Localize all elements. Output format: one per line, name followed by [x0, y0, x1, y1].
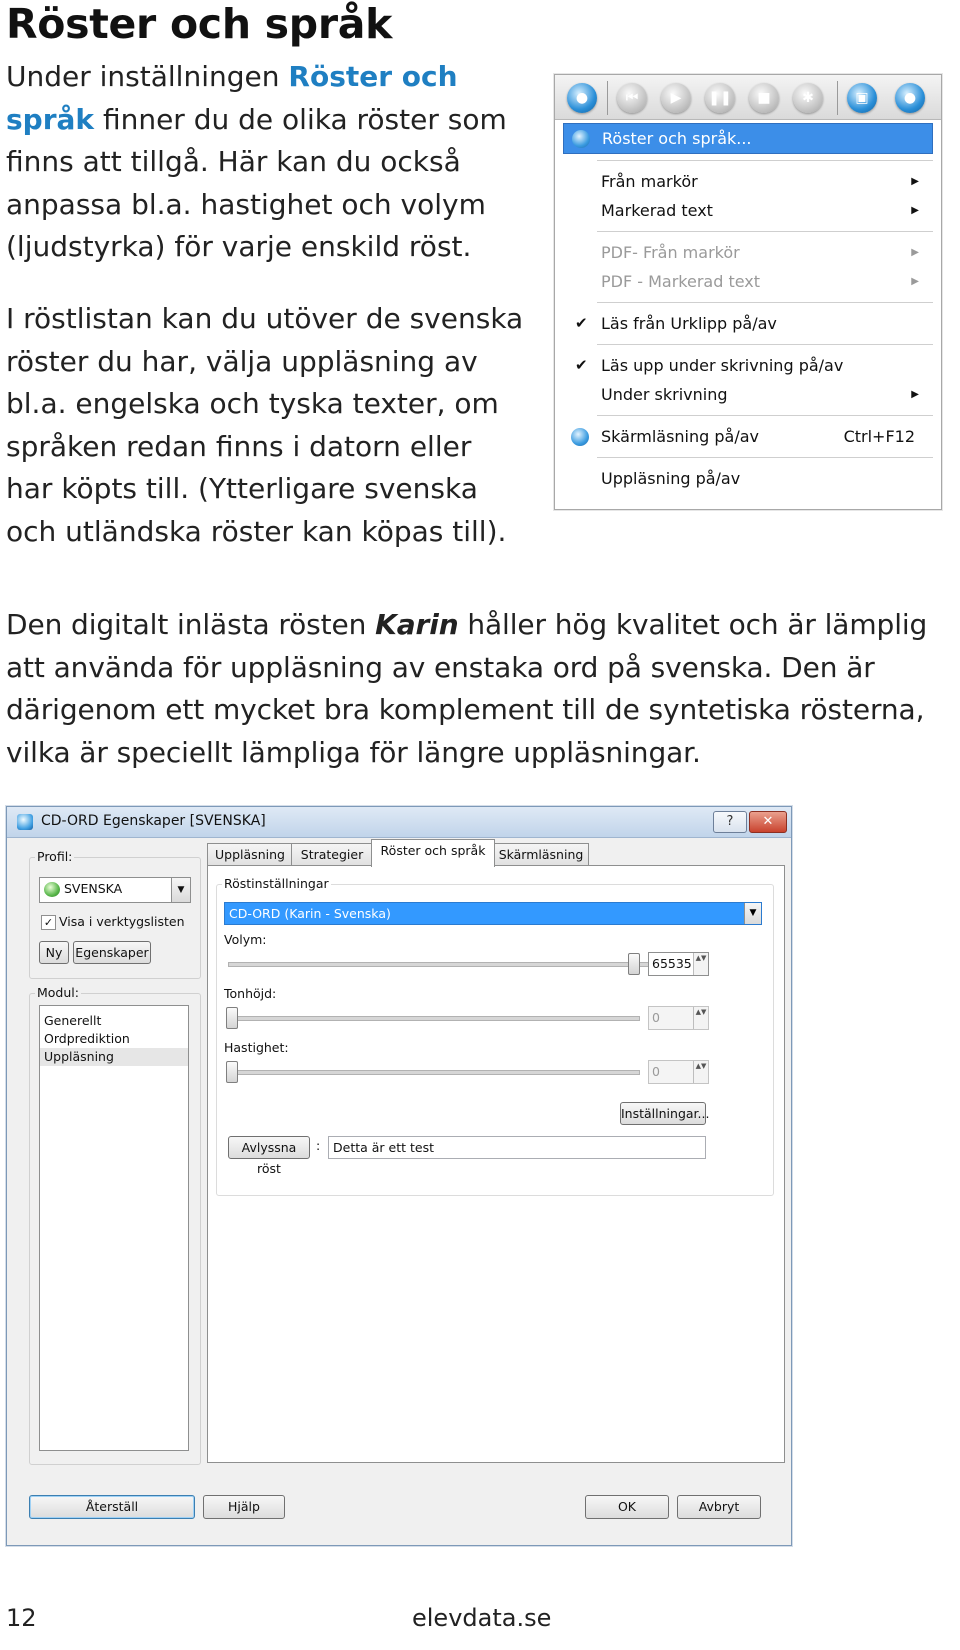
- shortcut-label: Ctrl+F12: [843, 427, 915, 446]
- list-item[interactable]: Uppläsning: [40, 1048, 188, 1066]
- pause-icon[interactable]: ❚❚: [705, 83, 735, 113]
- voice-name-karin: Karin: [375, 608, 459, 641]
- menu-item-read-clipboard[interactable]: ✔ Läs från Urklipp på/av: [563, 309, 933, 338]
- list-item[interactable]: Ordprediktion: [40, 1030, 188, 1048]
- module-list[interactable]: Generellt Ordprediktion Uppläsning: [39, 1005, 189, 1451]
- settings-icon[interactable]: ✱: [793, 83, 823, 113]
- volume-slider[interactable]: [628, 953, 640, 975]
- voice-select[interactable]: CD-ORD (Karin - Svenska) ▼: [224, 902, 762, 925]
- volume-label: Volym:: [224, 932, 267, 947]
- speed-slider[interactable]: [226, 1061, 238, 1083]
- pitch-spinner: 0 ▲▼: [648, 1006, 709, 1030]
- module-label: Modul:: [35, 985, 81, 1000]
- profile-label: Profil:: [35, 849, 75, 864]
- play-icon[interactable]: ▶: [661, 83, 691, 113]
- pitch-label: Tonhöjd:: [224, 986, 277, 1001]
- tab-voices-languages[interactable]: Röster och språk: [371, 839, 495, 867]
- test-text-input[interactable]: Detta är ett test: [328, 1136, 706, 1159]
- spin-arrows-icon: ▲▼: [693, 1007, 708, 1029]
- speed-spinner: 0 ▲▼: [648, 1060, 709, 1084]
- voice-settings-icon: [572, 130, 590, 148]
- dialog-titlebar: CD-ORD Egenskaper [SVENSKA] ? ✕: [7, 807, 791, 838]
- submenu-arrow-icon: ▶: [911, 389, 919, 400]
- context-menu-screenshot: ● ⏮ ▶ ❚❚ ■ ✱ ▣ ● Röster och språk... Frå…: [554, 74, 942, 510]
- show-in-toolbar-checkbox[interactable]: ✓: [41, 915, 56, 930]
- menu-list: Röster och språk... Från markör ▶ Markera…: [563, 123, 933, 493]
- pitch-slider[interactable]: [226, 1007, 238, 1029]
- speed-label: Hastighet:: [224, 1040, 289, 1055]
- help-button[interactable]: Hjälp: [203, 1495, 285, 1519]
- profile-icon: [44, 882, 60, 897]
- menu-item-screen-reading[interactable]: Skärmläsning på/av Ctrl+F12: [563, 422, 933, 451]
- menu-item-from-cursor[interactable]: Från markör ▶: [563, 167, 933, 196]
- tab-strategies[interactable]: Strategier: [291, 843, 373, 866]
- check-icon: ✔: [575, 314, 588, 332]
- check-icon: ✔: [575, 356, 588, 374]
- toolbar: ● ⏮ ▶ ❚❚ ■ ✱ ▣ ●: [555, 75, 941, 120]
- voice-settings-button[interactable]: Inställningar...: [620, 1102, 709, 1125]
- menu-item-pdf-selected-text: PDF - Markerad text ▶: [563, 267, 933, 296]
- submenu-arrow-icon: ▶: [911, 247, 919, 258]
- tab-reading[interactable]: Uppläsning: [207, 843, 293, 866]
- tab-screen-reading[interactable]: Skärmläsning: [493, 843, 589, 866]
- voice-list-paragraph: I röstlistan kan du utöver de svenska rö…: [6, 302, 524, 548]
- speech-icon[interactable]: ●: [567, 83, 597, 113]
- chevron-down-icon: ▼: [744, 903, 761, 924]
- voice-settings-label: Röstinställningar: [222, 876, 331, 891]
- properties-dialog: CD-ORD Egenskaper [SVENSKA] ? ✕ Profil: …: [6, 806, 792, 1546]
- page-number: 12: [6, 1604, 37, 1632]
- stop-icon[interactable]: ■: [749, 83, 779, 113]
- close-icon[interactable]: ✕: [749, 811, 787, 833]
- chevron-down-icon: ▼: [171, 878, 190, 902]
- app-icon: [17, 814, 33, 830]
- page-title: Röster och språk: [6, 0, 393, 48]
- menu-item-selected-text[interactable]: Markerad text ▶: [563, 196, 933, 225]
- profile-properties-button[interactable]: Egenskaper: [73, 941, 151, 964]
- spin-arrows-icon: ▲▼: [693, 953, 708, 975]
- menu-item-pdf-from-cursor: PDF- Från markör ▶: [563, 238, 933, 267]
- profile-select[interactable]: SVENSKA ▼: [39, 877, 191, 903]
- pitch-track: [228, 1016, 640, 1021]
- volume-spinner[interactable]: 65535 ▲▼: [648, 952, 709, 976]
- speed-track: [228, 1070, 640, 1075]
- record-icon[interactable]: ●: [895, 83, 925, 113]
- screen-read-icon[interactable]: ▣: [847, 83, 877, 113]
- help-window-button[interactable]: ?: [713, 811, 747, 833]
- footer-site: elevdata.se: [412, 1604, 552, 1632]
- listen-voice-button[interactable]: Avlyssna röst: [228, 1136, 310, 1176]
- show-in-toolbar-label: Visa i verktygslisten: [59, 914, 185, 929]
- menu-item-reading-toggle[interactable]: Uppläsning på/av: [563, 464, 933, 493]
- skip-back-icon[interactable]: ⏮: [617, 83, 647, 113]
- spin-arrows-icon: ▲▼: [693, 1061, 708, 1083]
- menu-item-voices-languages[interactable]: Röster och språk...: [563, 123, 933, 154]
- dialog-title: CD-ORD Egenskaper [SVENSKA]: [41, 813, 266, 829]
- screen-reading-icon: [571, 428, 589, 446]
- submenu-arrow-icon: ▶: [911, 176, 919, 187]
- colon-label: :: [316, 1138, 321, 1153]
- cancel-button[interactable]: Avbryt: [677, 1495, 761, 1519]
- submenu-arrow-icon: ▶: [911, 276, 919, 287]
- tab-panel: Röstinställningar CD-ORD (Karin - Svensk…: [207, 865, 785, 1463]
- volume-track: [228, 962, 650, 967]
- menu-item-read-while-typing[interactable]: ✔ Läs upp under skrivning på/av: [563, 351, 933, 380]
- new-profile-button[interactable]: Ny: [39, 941, 69, 964]
- reset-button[interactable]: Återställ: [29, 1495, 195, 1519]
- menu-item-while-typing[interactable]: Under skrivning ▶: [563, 380, 933, 409]
- submenu-arrow-icon: ▶: [911, 205, 919, 216]
- intro-paragraph: Under inställningen Röster och språk fin…: [6, 60, 507, 263]
- karin-paragraph: Den digitalt inlästa rösten Karin håller…: [6, 608, 928, 769]
- ok-button[interactable]: OK: [585, 1495, 669, 1519]
- list-item[interactable]: Generellt: [40, 1012, 188, 1030]
